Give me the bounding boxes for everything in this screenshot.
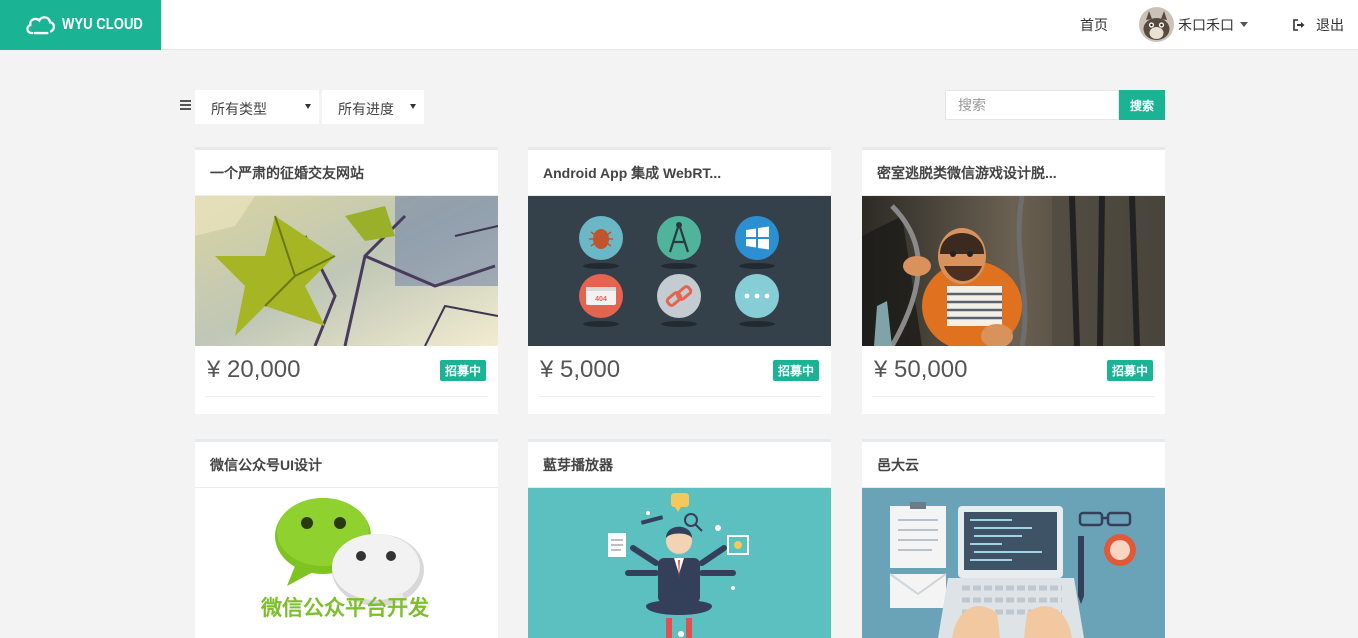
project-title[interactable]: 微信公众号UI设计	[195, 442, 498, 488]
project-title[interactable]: 密室逃脱类微信游戏设计脱...	[862, 150, 1165, 196]
project-price: ¥ 5,000	[540, 356, 621, 383]
logout-label: 退出	[1316, 17, 1344, 33]
user-menu[interactable]: 禾口禾口	[1139, 7, 1248, 42]
cloud-icon	[26, 16, 56, 35]
status-badge: 招募中	[1106, 360, 1153, 381]
sign-out-icon	[1293, 19, 1305, 31]
project-image[interactable]: 404	[528, 196, 831, 346]
dropdown-arrow-icon	[410, 104, 416, 109]
progress-select[interactable]: 所有进度	[322, 90, 424, 124]
project-card[interactable]: 密室逃脱类微信游戏设计脱... ¥ 50,000 招募中	[862, 147, 1165, 414]
project-title[interactable]: 藍芽播放器	[528, 442, 831, 488]
dropdown-arrow-icon	[305, 104, 311, 109]
nav-home-link[interactable]: 首页	[1080, 15, 1108, 35]
logo[interactable]: WYU CLOUD	[0, 0, 161, 50]
project-title[interactable]: Android App 集成 WebRT...	[528, 150, 831, 196]
divider	[872, 396, 1155, 397]
project-image[interactable]: 微信公众平台开发	[195, 488, 498, 638]
progress-select-value: 所有进度	[338, 101, 394, 117]
avatar	[1139, 7, 1174, 42]
project-image[interactable]	[195, 196, 498, 346]
divider	[538, 396, 821, 397]
search-button[interactable]: 搜索	[1119, 90, 1165, 120]
user-name: 禾口禾口	[1178, 16, 1234, 33]
divider	[205, 396, 488, 397]
card-footer: ¥ 20,000 招募中	[195, 346, 498, 414]
svg-text:404: 404	[595, 296, 607, 303]
type-select[interactable]: 所有类型	[195, 90, 319, 124]
card-footer: ¥ 5,000 招募中	[528, 346, 831, 414]
project-image[interactable]	[862, 488, 1165, 638]
project-image[interactable]	[862, 196, 1165, 346]
menu-icon[interactable]	[180, 100, 191, 110]
project-price: ¥ 20,000	[207, 356, 301, 383]
card-footer: ¥ 50,000 招募中	[862, 346, 1165, 414]
status-badge: 招募中	[772, 360, 819, 381]
top-navbar: WYU CLOUD 首页 禾口禾口 退出	[0, 0, 1358, 50]
project-card[interactable]: 藍芽播放器	[528, 439, 831, 638]
project-card[interactable]: Android App 集成 WebRT... 404 ¥ 5,000 招募中	[528, 147, 831, 414]
project-card[interactable]: 邑大云	[862, 439, 1165, 638]
image-caption: 微信公众平台开发	[260, 596, 430, 620]
logout-link[interactable]: 退出	[1293, 15, 1344, 35]
search-input[interactable]	[945, 90, 1119, 120]
project-card[interactable]: 微信公众号UI设计 微信公众平台开发	[195, 439, 498, 638]
logo-text: WYU CLOUD	[62, 16, 144, 33]
caret-down-icon	[1240, 22, 1248, 27]
project-card[interactable]: 一个严肃的征婚交友网站 ¥ 20,000 招募中	[195, 147, 498, 414]
project-price: ¥ 50,000	[874, 356, 968, 383]
type-select-value: 所有类型	[211, 101, 267, 117]
status-badge: 招募中	[439, 360, 486, 381]
project-image[interactable]	[528, 488, 831, 638]
project-title[interactable]: 一个严肃的征婚交友网站	[195, 150, 498, 196]
project-title[interactable]: 邑大云	[862, 442, 1165, 488]
